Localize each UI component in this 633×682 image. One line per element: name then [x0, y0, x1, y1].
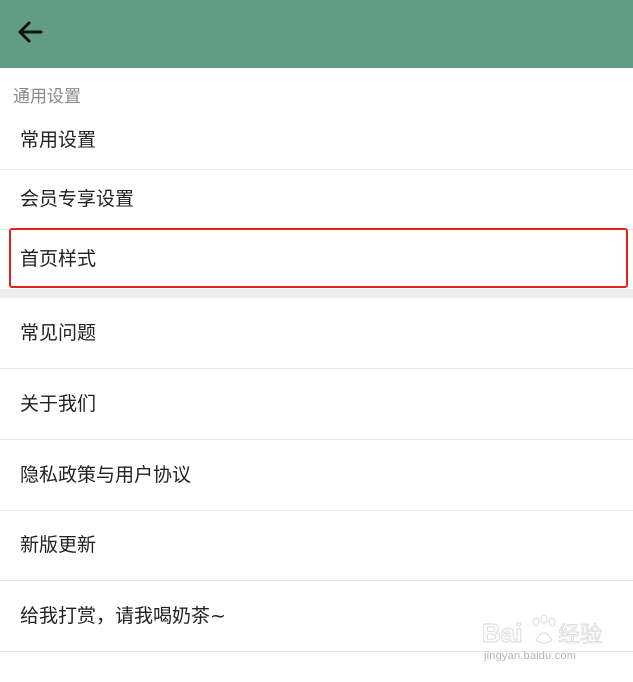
settings-item-label: 常用设置: [20, 129, 97, 151]
settings-item-update[interactable]: 新版更新: [0, 511, 633, 580]
svg-text:经验: 经验: [558, 623, 602, 648]
settings-item-label: 隐私政策与用户协议: [20, 464, 192, 486]
arrow-left-icon: [18, 21, 43, 43]
baidu-jingyan-watermark: Bai 经验: [481, 614, 603, 649]
settings-item-label: 首页样式: [20, 248, 97, 270]
settings-item-homepage-style[interactable]: 首页样式: [0, 230, 633, 289]
group-separator: [0, 289, 633, 298]
watermark-url: jingyan.baidu.com: [484, 650, 577, 662]
settings-item-label: 新版更新: [20, 534, 97, 556]
settings-item-label: 关于我们: [20, 393, 97, 415]
section-header-general: 通用设置: [13, 87, 81, 107]
settings-item-common[interactable]: 常用设置: [0, 112, 633, 169]
settings-item-label: 常见问题: [20, 322, 97, 344]
back-button[interactable]: [12, 14, 48, 50]
settings-item-about[interactable]: 关于我们: [0, 369, 633, 439]
settings-item-privacy[interactable]: 隐私政策与用户协议: [0, 440, 633, 510]
app-bar: [0, 0, 633, 68]
settings-item-faq[interactable]: 常见问题: [0, 298, 633, 368]
svg-text:Bai: Bai: [482, 618, 522, 648]
settings-item-member[interactable]: 会员专享设置: [0, 170, 633, 229]
settings-item-label: 会员专享设置: [20, 188, 135, 210]
